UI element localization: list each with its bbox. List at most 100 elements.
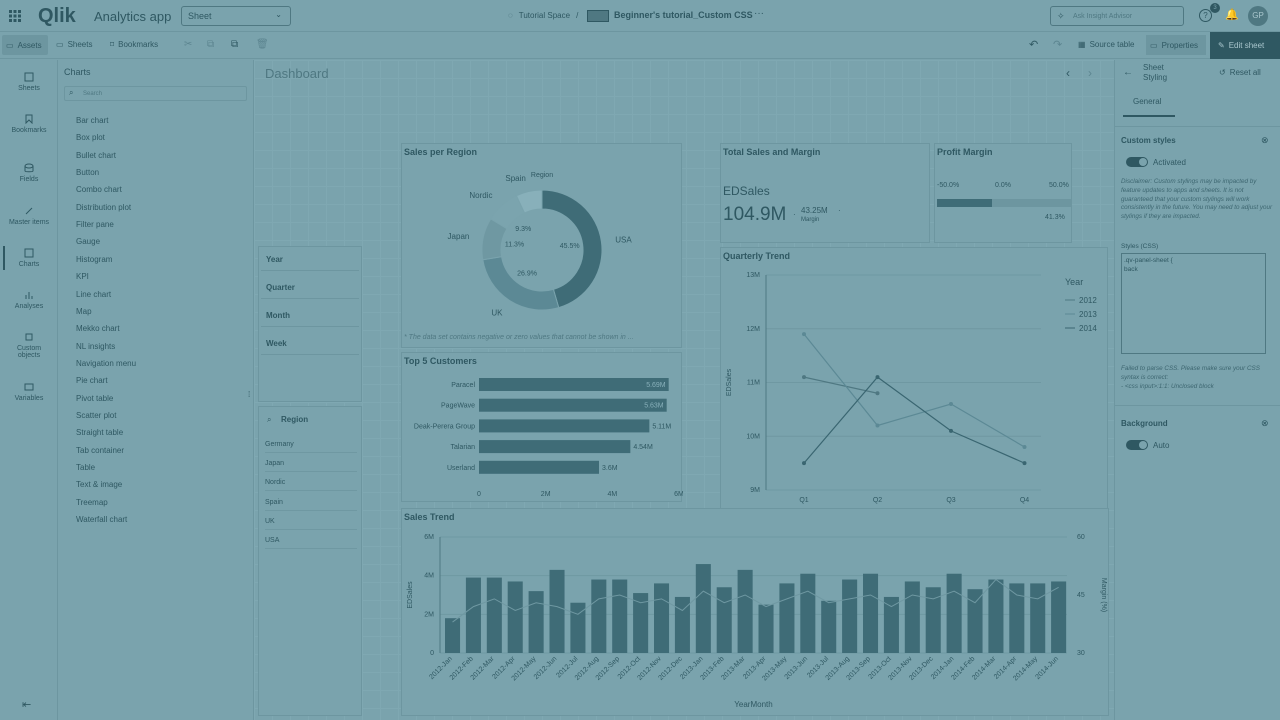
nav-analyses[interactable]: Analyses <box>0 290 58 310</box>
close-circle-icon[interactable]: ⊗ <box>1261 135 1269 146</box>
donut-category-label: USA <box>615 236 632 245</box>
chart-type-item[interactable]: NL insights <box>70 342 115 351</box>
series-line-2014 <box>803 376 1025 464</box>
chart-type-item[interactable]: Button <box>70 168 99 177</box>
chart-type-item[interactable]: Pie chart <box>70 376 108 385</box>
nav-bookmarks[interactable]: Bookmarks <box>0 114 58 134</box>
toolbar: ▭ Assets ▭ Sheets ⌑ Bookmarks ✂ ⧉ ⧉ 🗑 ↶ ↷ ▦… <box>0 32 1280 59</box>
region-list-item[interactable]: USA <box>265 537 357 549</box>
filter-month[interactable]: Month <box>261 305 359 327</box>
bookmarks-button[interactable]: ⌑ Bookmarks <box>110 40 158 49</box>
assets-button[interactable]: ▭ Assets <box>2 35 48 55</box>
back-arrow-icon[interactable]: ← <box>1123 67 1133 78</box>
chart-type-item[interactable]: Scatter plot <box>70 411 116 420</box>
chart-type-item[interactable]: Table <box>70 463 95 472</box>
nav-bookmarks-label: Bookmarks <box>11 127 47 134</box>
search-icon: ⌕ <box>267 415 272 424</box>
nav-sheets[interactable]: Sheets <box>0 72 58 92</box>
chart-type-item[interactable]: Distribution plot <box>70 203 131 212</box>
chart-type-item[interactable]: Filter pane <box>70 220 114 229</box>
chart-type-item[interactable]: Straight table <box>70 428 123 437</box>
region-list-item[interactable]: Spain <box>265 499 357 511</box>
chart-type-item[interactable]: Histogram <box>70 255 112 264</box>
chart-type-item[interactable]: Mekko chart <box>70 324 120 333</box>
cut-icon[interactable]: ✂ <box>184 39 192 50</box>
activated-toggle[interactable] <box>1126 157 1148 167</box>
chart-type-item[interactable]: Navigation menu <box>70 359 136 368</box>
chart-type-item[interactable]: Combo chart <box>70 185 122 194</box>
chart-type-item[interactable]: Gauge <box>70 237 100 246</box>
chart-type-item[interactable]: Tab container <box>70 446 124 455</box>
sheets-button[interactable]: ▭ Sheets <box>56 40 92 49</box>
page-title: Beginner's tutorial_Custom CSS <box>614 10 753 20</box>
chart-type-label: Box plot <box>76 133 105 143</box>
chart-type-item[interactable]: Pivot table <box>70 394 113 403</box>
nav-master-items[interactable]: Master items <box>0 206 58 226</box>
chart-type-item[interactable]: Line chart <box>70 290 111 299</box>
region-filter[interactable]: ⌕ Region Germany Japan Nordic Spain UK USA <box>258 406 362 716</box>
chart-search-input[interactable]: ⌕ Search <box>64 86 247 101</box>
paste-icon[interactable]: ⧉ <box>231 39 238 50</box>
edit-sheet-button[interactable]: ✎ Edit sheet <box>1210 32 1280 59</box>
nav-custom-objects-label: Custom objects <box>16 345 42 359</box>
nav-variables[interactable]: Variables <box>0 382 58 402</box>
bar <box>445 618 461 653</box>
next-sheet-icon[interactable]: › <box>1088 66 1092 80</box>
category-label: Deak-Perera Group <box>414 423 475 430</box>
filter-year[interactable]: Year <box>261 249 359 271</box>
region-list-item[interactable]: Germany <box>265 441 357 453</box>
top-5-customers-chart[interactable]: Top 5 Customers Paracel 5.69M PageWave 5.63… <box>401 352 683 502</box>
bar <box>654 583 670 653</box>
previous-sheet-icon[interactable]: ‹ <box>1066 66 1070 80</box>
chart-type-item[interactable]: Treemap <box>70 498 108 507</box>
qlik-logo[interactable]: Qlik <box>38 5 76 28</box>
profit-margin-gauge[interactable]: Profit Margin -50.0% 0.0% 50.0% 41.3% <box>934 143 1072 243</box>
css-textarea[interactable]: .qv-panel-sheet { back <box>1121 253 1266 354</box>
tab-general[interactable]: General <box>1133 97 1161 106</box>
more-icon[interactable]: ··· <box>754 8 764 19</box>
chart-type-label: Tab container <box>76 445 125 455</box>
bar <box>479 378 669 391</box>
sales-trend-chart[interactable]: Sales Trend 6M 4M 2M 0 60 45 30 EDSales Margin (… <box>401 508 1109 716</box>
chart-type-item[interactable]: Bar chart <box>70 116 108 125</box>
chart-type-item[interactable]: Waterfall chart <box>70 515 127 524</box>
close-circle-icon[interactable]: ⊗ <box>1261 418 1269 429</box>
app-grid-icon[interactable] <box>8 9 22 23</box>
sheet-select[interactable]: Sheet ⌄ <box>181 6 291 26</box>
delete-icon[interactable]: 🗑 <box>256 39 269 50</box>
bar-value-label: 5.11M <box>652 423 671 430</box>
chart-type-item[interactable]: KPI <box>70 272 89 281</box>
x-tick-label: 2014-Jun <box>1034 655 1060 681</box>
chart-type-item[interactable]: Map <box>70 307 92 316</box>
collapse-icon[interactable]: ⇤ <box>22 698 31 711</box>
reset-all-button[interactable]: ↺ Reset all <box>1219 68 1261 77</box>
background-toggle[interactable] <box>1126 440 1148 450</box>
series-line-2013 <box>803 333 1025 448</box>
region-list-item[interactable]: Nordic <box>265 479 357 492</box>
avatar[interactable]: GP <box>1248 6 1268 26</box>
region-list-item[interactable]: UK <box>265 518 357 530</box>
chart-type-item[interactable]: Bullet chart <box>70 151 116 160</box>
filter-week[interactable]: Week <box>261 333 359 355</box>
chart-type-item[interactable]: Box plot <box>70 133 105 142</box>
nav-custom-objects[interactable]: Custom objects <box>0 332 58 359</box>
kpi-margin-value: 43.25M <box>801 206 828 215</box>
undo-icon[interactable]: ↶ <box>1029 38 1038 51</box>
sales-per-region-chart[interactable]: Sales per Region 45.5% USA 26.9% UK 11.3% Jap… <box>401 143 682 348</box>
properties-button[interactable]: ▭ Properties <box>1146 35 1206 55</box>
chart-type-item[interactable]: Text & image <box>70 480 122 489</box>
copy-icon[interactable]: ⧉ <box>207 39 214 50</box>
nav-fields[interactable]: Fields <box>0 163 58 183</box>
redo-icon[interactable]: ↷ <box>1053 38 1062 51</box>
source-table-button[interactable]: ▦ Source table <box>1078 40 1134 49</box>
region-list-item[interactable]: Japan <box>265 460 357 473</box>
space-name[interactable]: Tutorial Space <box>519 11 570 20</box>
bookmarks-label: Bookmarks <box>118 40 159 49</box>
total-sales-kpi[interactable]: Total Sales and Margin EDSales 104.9M · … <box>720 143 930 243</box>
resize-handle[interactable]: ⁞ <box>248 390 250 399</box>
chart-type-label: Pie chart <box>76 376 108 386</box>
nav-charts[interactable]: Charts <box>0 248 58 268</box>
filter-quarter[interactable]: Quarter <box>261 277 359 299</box>
bell-icon[interactable]: 🔔 <box>1225 8 1239 21</box>
insight-advisor-search[interactable]: ✧ Ask Insight Advisor <box>1050 6 1184 26</box>
